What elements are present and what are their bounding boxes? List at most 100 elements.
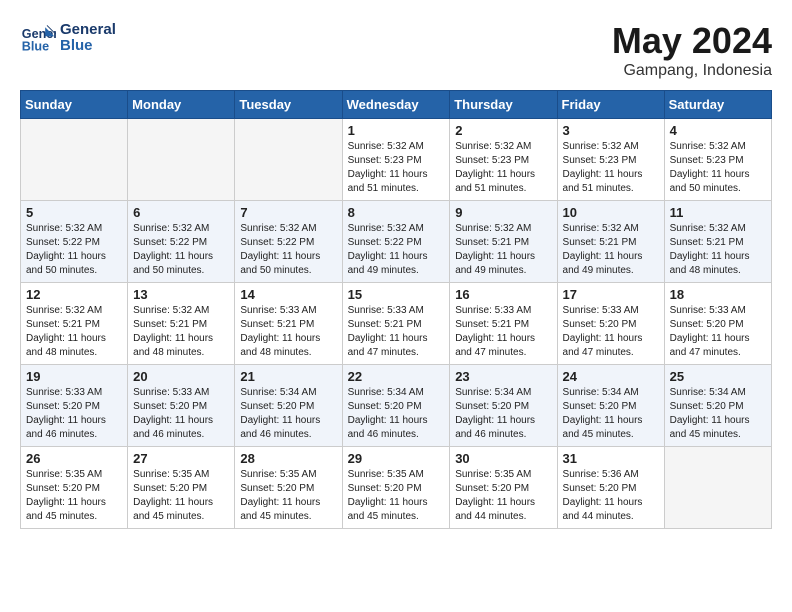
calendar-cell: 31 Sunrise: 5:36 AM Sunset: 5:20 PM Dayli… — [557, 447, 664, 529]
calendar-cell: 15Sunrise: 5:33 AM Sunset: 5:21 PM Dayli… — [342, 283, 450, 365]
calendar-week-3: 12 Sunrise: 5:32 AM Sunset: 5:21 PM Dayli… — [21, 283, 772, 365]
weekday-header-sunday: Sunday — [21, 91, 128, 119]
calendar-cell: 29Sunrise: 5:35 AM Sunset: 5:20 PM Dayli… — [342, 447, 450, 529]
day-number: 12 — [26, 287, 122, 302]
day-number: 17 — [563, 287, 659, 302]
day-number: 2 — [455, 123, 551, 138]
calendar-body: 1 Sunrise: 5:32 AM Sunset: 5:23 PM Daylig… — [21, 119, 772, 529]
day-number: 22 — [348, 369, 445, 384]
weekday-header-tuesday: Tuesday — [235, 91, 342, 119]
day-info: Sunrise: 5:35 AM Sunset: 5:20 PM Dayligh… — [133, 468, 229, 524]
calendar-cell: 13Sunrise: 5:32 AM Sunset: 5:21 PM Dayli… — [128, 283, 235, 365]
day-info: Sunrise: 5:36 AM Sunset: 5:20 PM Dayligh… — [563, 468, 659, 524]
day-info: Sunrise: 5:32 AM Sunset: 5:21 PM Dayligh… — [455, 222, 551, 278]
day-number: 20 — [133, 369, 229, 384]
day-info: Sunrise: 5:32 AM Sunset: 5:23 PM Dayligh… — [455, 140, 551, 196]
calendar-cell: 24Sunrise: 5:34 AM Sunset: 5:20 PM Dayli… — [557, 365, 664, 447]
calendar-cell: 18 Sunrise: 5:33 AM Sunset: 5:20 PM Dayli… — [664, 283, 771, 365]
calendar-cell: 14 Sunrise: 5:33 AM Sunset: 5:21 PM Dayli… — [235, 283, 342, 365]
calendar-cell: 27 Sunrise: 5:35 AM Sunset: 5:20 PM Dayli… — [128, 447, 235, 529]
logo: General Blue General Blue — [20, 20, 116, 56]
calendar-header-row: SundayMondayTuesdayWednesdayThursdayFrid… — [21, 91, 772, 119]
logo-line1: General — [60, 22, 116, 39]
calendar-cell: 7 Sunrise: 5:32 AM Sunset: 5:22 PM Daylig… — [235, 201, 342, 283]
day-info: Sunrise: 5:32 AM Sunset: 5:22 PM Dayligh… — [26, 222, 122, 278]
day-number: 4 — [670, 123, 766, 138]
logo-icon: General Blue — [20, 20, 56, 56]
day-number: 24 — [563, 369, 659, 384]
calendar-cell: 19Sunrise: 5:33 AM Sunset: 5:20 PM Dayli… — [21, 365, 128, 447]
calendar-cell — [21, 119, 128, 201]
day-info: Sunrise: 5:35 AM Sunset: 5:20 PM Dayligh… — [26, 468, 122, 524]
weekday-header-monday: Monday — [128, 91, 235, 119]
calendar-cell: 5 Sunrise: 5:32 AM Sunset: 5:22 PM Daylig… — [21, 201, 128, 283]
day-info: Sunrise: 5:32 AM Sunset: 5:23 PM Dayligh… — [563, 140, 659, 196]
calendar-cell — [128, 119, 235, 201]
title-block: May 2024 Gampang, Indonesia — [612, 20, 772, 80]
day-number: 6 — [133, 205, 229, 220]
day-number: 15 — [348, 287, 445, 302]
day-number: 11 — [670, 205, 766, 220]
day-info: Sunrise: 5:32 AM Sunset: 5:21 PM Dayligh… — [26, 304, 122, 360]
day-info: Sunrise: 5:33 AM Sunset: 5:21 PM Dayligh… — [240, 304, 336, 360]
calendar-week-5: 26 Sunrise: 5:35 AM Sunset: 5:20 PM Dayli… — [21, 447, 772, 529]
day-info: Sunrise: 5:33 AM Sunset: 5:21 PM Dayligh… — [455, 304, 551, 360]
day-number: 9 — [455, 205, 551, 220]
calendar-cell: 11 Sunrise: 5:32 AM Sunset: 5:21 PM Dayli… — [664, 201, 771, 283]
day-info: Sunrise: 5:32 AM Sunset: 5:21 PM Dayligh… — [563, 222, 659, 278]
day-number: 25 — [670, 369, 766, 384]
day-number: 1 — [348, 123, 445, 138]
day-number: 26 — [26, 451, 122, 466]
weekday-header-wednesday: Wednesday — [342, 91, 450, 119]
day-number: 27 — [133, 451, 229, 466]
day-info: Sunrise: 5:32 AM Sunset: 5:23 PM Dayligh… — [348, 140, 445, 196]
logo-line2: Blue — [60, 38, 116, 55]
day-number: 8 — [348, 205, 445, 220]
calendar-cell: 28Sunrise: 5:35 AM Sunset: 5:20 PM Dayli… — [235, 447, 342, 529]
day-info: Sunrise: 5:34 AM Sunset: 5:20 PM Dayligh… — [240, 386, 336, 442]
day-number: 16 — [455, 287, 551, 302]
day-number: 31 — [563, 451, 659, 466]
calendar-week-1: 1 Sunrise: 5:32 AM Sunset: 5:23 PM Daylig… — [21, 119, 772, 201]
weekday-header-friday: Friday — [557, 91, 664, 119]
day-number: 28 — [240, 451, 336, 466]
calendar-cell: 26 Sunrise: 5:35 AM Sunset: 5:20 PM Dayli… — [21, 447, 128, 529]
day-info: Sunrise: 5:33 AM Sunset: 5:20 PM Dayligh… — [563, 304, 659, 360]
day-info: Sunrise: 5:34 AM Sunset: 5:20 PM Dayligh… — [670, 386, 766, 442]
calendar-cell: 21 Sunrise: 5:34 AM Sunset: 5:20 PM Dayli… — [235, 365, 342, 447]
day-info: Sunrise: 5:32 AM Sunset: 5:21 PM Dayligh… — [670, 222, 766, 278]
day-info: Sunrise: 5:33 AM Sunset: 5:20 PM Dayligh… — [133, 386, 229, 442]
day-number: 19 — [26, 369, 122, 384]
day-number: 21 — [240, 369, 336, 384]
calendar-cell: 16 Sunrise: 5:33 AM Sunset: 5:21 PM Dayli… — [450, 283, 557, 365]
day-info: Sunrise: 5:33 AM Sunset: 5:20 PM Dayligh… — [670, 304, 766, 360]
calendar-cell: 2 Sunrise: 5:32 AM Sunset: 5:23 PM Daylig… — [450, 119, 557, 201]
calendar-cell: 17 Sunrise: 5:33 AM Sunset: 5:20 PM Dayli… — [557, 283, 664, 365]
day-info: Sunrise: 5:34 AM Sunset: 5:20 PM Dayligh… — [455, 386, 551, 442]
calendar-cell: 8 Sunrise: 5:32 AM Sunset: 5:22 PM Daylig… — [342, 201, 450, 283]
day-info: Sunrise: 5:32 AM Sunset: 5:22 PM Dayligh… — [133, 222, 229, 278]
day-number: 23 — [455, 369, 551, 384]
calendar-cell: 6 Sunrise: 5:32 AM Sunset: 5:22 PM Daylig… — [128, 201, 235, 283]
calendar-cell: 4 Sunrise: 5:32 AM Sunset: 5:23 PM Daylig… — [664, 119, 771, 201]
month-title: May 2024 — [612, 20, 772, 62]
day-number: 5 — [26, 205, 122, 220]
day-number: 3 — [563, 123, 659, 138]
day-number: 14 — [240, 287, 336, 302]
day-info: Sunrise: 5:32 AM Sunset: 5:22 PM Dayligh… — [240, 222, 336, 278]
day-info: Sunrise: 5:32 AM Sunset: 5:23 PM Dayligh… — [670, 140, 766, 196]
day-number: 18 — [670, 287, 766, 302]
calendar-week-4: 19 Sunrise: 5:33 AM Sunset: 5:20 PM Dayli… — [21, 365, 772, 447]
day-number: 7 — [240, 205, 336, 220]
day-info: Sunrise: 5:32 AM Sunset: 5:22 PM Dayligh… — [348, 222, 445, 278]
day-info: Sunrise: 5:35 AM Sunset: 5:20 PM Dayligh… — [348, 468, 445, 524]
calendar-cell: 25 Sunrise: 5:34 AM Sunset: 5:20 PM Dayli… — [664, 365, 771, 447]
calendar-cell: 12 Sunrise: 5:32 AM Sunset: 5:21 PM Dayli… — [21, 283, 128, 365]
calendar-cell: 9 Sunrise: 5:32 AM Sunset: 5:21 PM Daylig… — [450, 201, 557, 283]
calendar-cell: 23 Sunrise: 5:34 AM Sunset: 5:20 PM Dayli… — [450, 365, 557, 447]
day-number: 10 — [563, 205, 659, 220]
day-info: Sunrise: 5:35 AM Sunset: 5:20 PM Dayligh… — [455, 468, 551, 524]
page-header: General Blue General Blue May 2024 Gampa… — [20, 20, 772, 80]
day-number: 30 — [455, 451, 551, 466]
calendar-cell — [664, 447, 771, 529]
